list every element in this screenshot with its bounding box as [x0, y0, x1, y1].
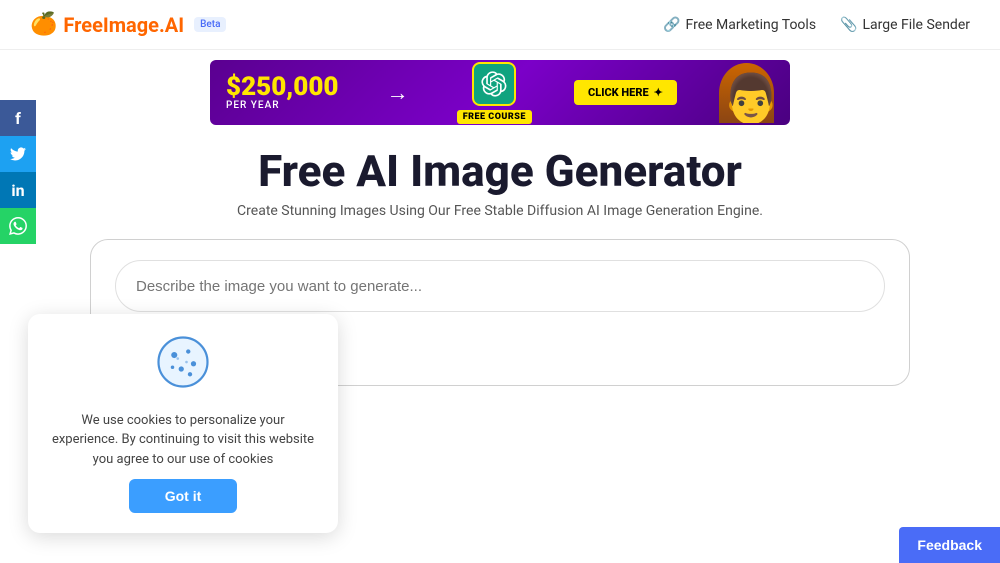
prompt-input[interactable] [115, 260, 885, 312]
banner-per-year: PER YEAR [226, 100, 339, 111]
page-title: Free AI Image Generator [258, 147, 742, 195]
feedback-button[interactable]: Feedback [899, 527, 1000, 563]
link-icon: 🔗 [663, 17, 680, 33]
ad-banner[interactable]: $250,000 PER YEAR → FREE COURSE CLICK HE… [210, 60, 790, 125]
chatgpt-icon [472, 62, 516, 106]
link-icon-2: 📎 [840, 17, 857, 33]
social-facebook[interactable]: f [0, 100, 36, 136]
social-sidebar: f in [0, 100, 36, 244]
social-twitter[interactable] [0, 136, 36, 172]
logo: 🍊 FreeImage.AI Beta [30, 12, 226, 37]
banner-course-label: FREE COURSE [457, 110, 532, 124]
page-subtitle: Create Stunning Images Using Our Free St… [237, 203, 763, 219]
banner-amount: $250,000 [226, 74, 339, 100]
header: 🍊 FreeImage.AI Beta 🔗 Free Marketing Too… [0, 0, 1000, 50]
nav-large-file[interactable]: 📎 Large File Sender [840, 17, 970, 33]
cookie-text: We use cookies to personalize your exper… [50, 411, 316, 470]
banner-left: $250,000 PER YEAR [226, 74, 339, 111]
beta-badge: Beta [194, 17, 226, 32]
logo-text: FreeImage.AI [63, 13, 184, 37]
cookie-icon [155, 334, 211, 401]
banner-arrow-icon: → [387, 80, 409, 106]
banner-person-image [719, 63, 774, 123]
social-linkedin[interactable]: in [0, 172, 36, 208]
social-whatsapp[interactable] [0, 208, 36, 244]
logo-icon: 🍊 [30, 12, 57, 37]
banner-course: FREE COURSE [457, 62, 532, 124]
nav-free-marketing[interactable]: 🔗 Free Marketing Tools [663, 17, 816, 33]
cookie-consent-dialog: We use cookies to personalize your exper… [28, 314, 338, 534]
header-nav: 🔗 Free Marketing Tools 📎 Large File Send… [663, 17, 970, 33]
banner-click-button[interactable]: CLICK HERE ✦ [574, 80, 677, 105]
cookie-accept-button[interactable]: Got it [129, 479, 238, 513]
